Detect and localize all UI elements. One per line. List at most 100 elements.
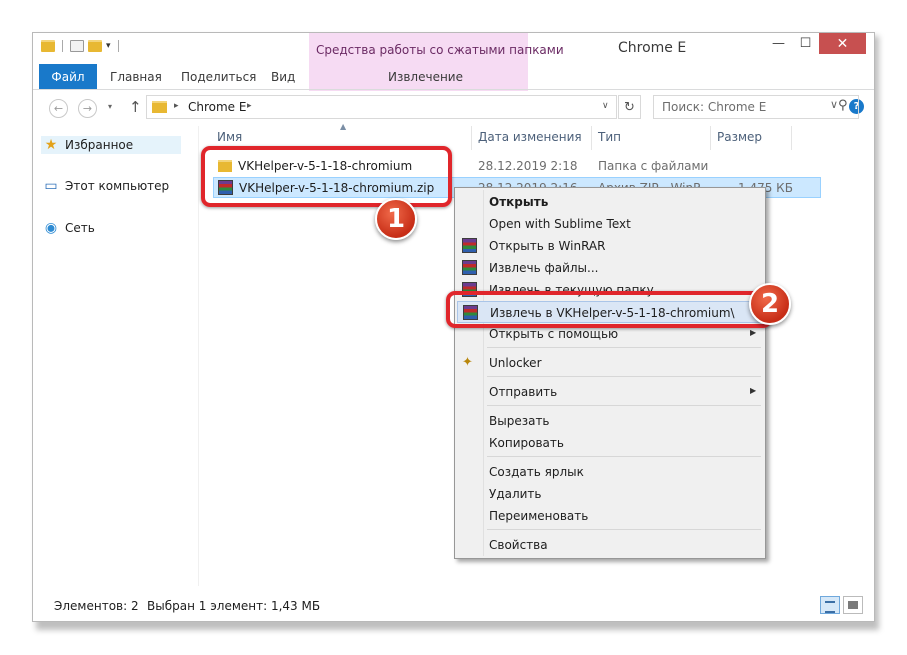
breadcrumb-arrow-icon[interactable]: ▸ [247, 101, 252, 111]
new-folder-icon[interactable] [88, 40, 102, 52]
column-header-type[interactable]: Тип [598, 130, 621, 144]
menu-item-create-shortcut[interactable]: Создать ярлык [457, 461, 763, 483]
column-divider[interactable] [710, 126, 711, 150]
address-bar[interactable]: ▸ Chrome E ▸ ∨ [146, 95, 617, 119]
tab-view[interactable]: Вид [271, 70, 295, 84]
step-badge-2: 2 [749, 283, 791, 325]
search-icon[interactable]: ⚲ [838, 98, 848, 113]
search-box[interactable]: ⚲ [653, 95, 859, 119]
sidebar-item-favorites[interactable]: ★ Избранное [41, 136, 181, 154]
up-arrow-icon[interactable]: ↑ [129, 98, 142, 116]
menu-item-label: Копировать [489, 436, 564, 450]
sidebar-item-label: Сеть [65, 221, 95, 235]
recent-locations-icon[interactable]: ▾ [108, 102, 112, 111]
column-divider[interactable] [591, 126, 592, 150]
sidebar-item-network[interactable]: ◉ Сеть [43, 220, 95, 236]
properties-icon[interactable] [70, 40, 84, 52]
sort-ascending-icon: ▲ [340, 122, 347, 131]
item-count: Элементов: 2 [54, 599, 139, 613]
column-header-date[interactable]: Дата изменения [478, 130, 582, 144]
step-badge-1: 1 [375, 198, 417, 240]
maximize-button[interactable]: ☐ [792, 33, 819, 54]
address-history-icon[interactable]: ∨ [602, 101, 609, 111]
menu-item-send-to[interactable]: Отправить ▶ [457, 381, 763, 403]
navigation-pane: ★ Избранное ▭ Этот компьютер ◉ Сеть [33, 126, 199, 586]
selection-info: Выбран 1 элемент: 1,43 МБ [147, 599, 321, 613]
contextual-tab-group-label: Средства работы со сжатыми папками [316, 43, 564, 57]
large-icons-view-icon[interactable] [843, 596, 863, 614]
menu-item-label: Открыть [489, 195, 549, 209]
column-header-size[interactable]: Размер [717, 130, 762, 144]
folder-icon[interactable] [41, 40, 55, 52]
menu-item-rename[interactable]: Переименовать [457, 505, 763, 527]
network-icon: ◉ [44, 220, 58, 236]
tab-share[interactable]: Поделиться [181, 70, 256, 84]
forward-icon[interactable]: → [78, 99, 97, 118]
computer-icon: ▭ [44, 178, 58, 194]
tab-home[interactable]: Главная [110, 70, 162, 84]
window-title: Chrome E [618, 40, 687, 56]
folder-icon [152, 101, 167, 113]
menu-item-label: Переименовать [489, 509, 589, 523]
magic-wand-icon: ✦ [462, 355, 473, 370]
menu-item-copy[interactable]: Копировать [457, 432, 763, 454]
refresh-icon[interactable]: ↻ [618, 95, 641, 119]
menu-item-label: Unlocker [489, 356, 542, 370]
menu-item-open[interactable]: Открыть [457, 191, 763, 213]
sidebar-item-this-pc[interactable]: ▭ Этот компьютер [43, 178, 169, 194]
details-view-icon[interactable] [820, 596, 840, 614]
toolbar-separator [62, 40, 63, 52]
column-divider[interactable] [471, 126, 472, 150]
file-date: 28.12.2019 2:18 [478, 159, 578, 173]
winrar-icon [462, 238, 477, 253]
menu-item-cut[interactable]: Вырезать [457, 410, 763, 432]
back-icon[interactable]: ← [49, 99, 68, 118]
menu-item-properties[interactable]: Свойства [457, 534, 763, 556]
menu-item-label: Создать ярлык [489, 465, 584, 479]
menu-item-sublime[interactable]: Open with Sublime Text [457, 213, 763, 235]
close-button[interactable]: ✕ [819, 33, 866, 54]
menu-separator [487, 376, 761, 377]
winrar-icon [462, 260, 477, 275]
breadcrumb-arrow-icon[interactable]: ▸ [174, 101, 179, 111]
submenu-arrow-icon: ▶ [750, 386, 757, 395]
menu-separator [487, 347, 761, 348]
customize-toolbar-icon[interactable]: ▾ [106, 41, 111, 51]
tab-extract[interactable]: Извлечение [388, 70, 463, 84]
column-header-name[interactable]: Имя [217, 130, 242, 144]
menu-item-unlocker[interactable]: ✦ Unlocker [457, 352, 763, 374]
submenu-arrow-icon: ▶ [750, 328, 757, 337]
quick-access-toolbar: ▾ [41, 40, 122, 52]
menu-item-label: Извлечь файлы... [489, 261, 599, 275]
star-icon: ★ [44, 137, 58, 153]
address-row: ← → ▾ ↑ ▸ Chrome E ▸ ∨ ↻ ⚲ [33, 90, 874, 126]
menu-item-label: Открыть в WinRAR [489, 239, 606, 253]
menu-item-delete[interactable]: Удалить [457, 483, 763, 505]
menu-separator [487, 456, 761, 457]
menu-item-label: Удалить [489, 487, 542, 501]
menu-item-extract-files[interactable]: Извлечь файлы... [457, 257, 763, 279]
menu-item-open-winrar[interactable]: Открыть в WinRAR [457, 235, 763, 257]
minimize-button[interactable]: — [765, 33, 792, 54]
highlight-menu-callout [446, 291, 772, 328]
highlight-file-callout [201, 146, 452, 207]
menu-item-label: Открыть с помощью [489, 327, 619, 341]
context-menu: Открыть Open with Sublime Text Открыть в… [454, 187, 766, 559]
column-divider[interactable] [791, 126, 792, 150]
status-bar: Элементов: 2 Выбран 1 элемент: 1,43 МБ [33, 593, 874, 621]
ribbon-tabs: Файл Главная Поделиться Вид Извлечение ∨… [33, 64, 874, 114]
search-input[interactable] [654, 96, 834, 118]
sidebar-item-label: Этот компьютер [65, 179, 170, 193]
tab-file[interactable]: Файл [39, 64, 97, 89]
sidebar-item-label: Избранное [65, 138, 134, 152]
menu-item-label: Свойства [489, 538, 548, 552]
menu-separator [487, 405, 761, 406]
file-type: Папка с файлами [598, 159, 709, 173]
menu-separator [487, 529, 761, 530]
toolbar-separator [117, 40, 119, 52]
menu-item-label: Вырезать [489, 414, 550, 428]
menu-item-label: Open with Sublime Text [489, 217, 631, 231]
title-bar: ▾ Средства работы со сжатыми папками Chr… [33, 33, 874, 91]
menu-item-label: Отправить [489, 385, 558, 399]
breadcrumb-item[interactable]: Chrome E [188, 100, 246, 114]
